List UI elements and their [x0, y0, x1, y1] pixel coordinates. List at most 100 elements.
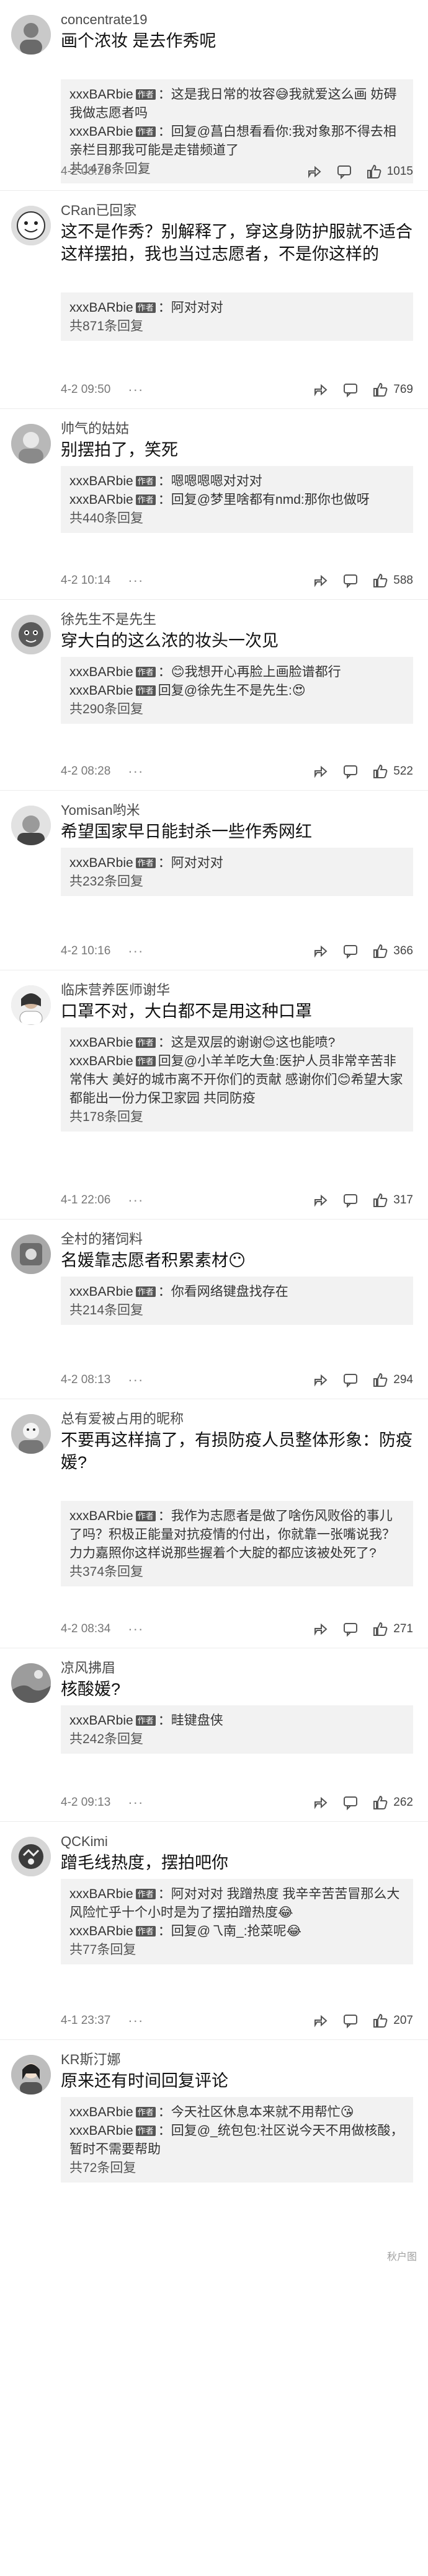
avatar[interactable]	[11, 1663, 51, 1703]
more-options-icon[interactable]: ···	[128, 2013, 143, 2029]
share-icon[interactable]	[306, 164, 323, 180]
more-replies-link[interactable]: 共72条回复	[69, 2159, 404, 2178]
reply-username[interactable]: xxxBARbie	[69, 493, 133, 507]
share-icon[interactable]	[313, 1372, 329, 1388]
reply-box[interactable]: xxxBARbie 作者 ：阿对对对 共871条回复	[61, 292, 413, 341]
reply-username[interactable]: xxxBARbie	[69, 125, 133, 139]
thumbs-up-icon[interactable]	[372, 573, 388, 589]
more-options-icon[interactable]: ···	[128, 164, 143, 180]
thumbs-up-icon[interactable]	[372, 1372, 388, 1388]
avatar[interactable]	[11, 1837, 51, 1876]
thumbs-up-icon[interactable]	[372, 382, 388, 398]
comment-icon[interactable]	[342, 1372, 359, 1388]
reply-box[interactable]: xxxBARbie 作者 ：嗯嗯嗯嗯对对对 xxxBARbie 作者 ：回复@梦里啥都有…	[61, 466, 413, 533]
thumbs-up-icon[interactable]	[366, 164, 382, 180]
more-replies-link[interactable]: 共290条回复	[69, 700, 404, 719]
comment-username[interactable]: 全村的猪饲料	[61, 1220, 413, 1248]
more-replies-link[interactable]: 共232条回复	[69, 873, 404, 891]
reply-username[interactable]: xxxBARbie	[69, 1887, 133, 1901]
comment-icon[interactable]	[342, 2013, 359, 2029]
comment-username[interactable]: KR斯汀娜	[61, 2040, 413, 2068]
reply-box[interactable]: xxxBARbie 作者 ：这是双层的谢谢😊这也能喷? xxxBARbie 作者 回复@…	[61, 1027, 413, 1132]
comment-username[interactable]: 徐先生不是先生	[61, 600, 413, 628]
share-icon[interactable]	[313, 382, 329, 398]
reply-box[interactable]: xxxBARbie 作者 ：你看网络键盘找存在 共214条回复	[61, 1277, 413, 1325]
reply-box[interactable]: xxxBARbie 作者 ：😊我想开心再脸上画脸谱都行 xxxBARbie 作者 回复@…	[61, 657, 413, 724]
more-replies-link[interactable]: 共440条回复	[69, 509, 404, 528]
comment-username[interactable]: QCKimi	[61, 1822, 413, 1850]
comment-icon[interactable]	[342, 1795, 359, 1811]
comment-icon[interactable]	[336, 164, 352, 180]
comment-username[interactable]: concentrate19	[61, 0, 413, 29]
reply-box[interactable]: xxxBARbie 作者 ：阿对对对 我蹭热度 我辛辛苦苦冒那么大风险忙乎十个小时是…	[61, 1879, 413, 1964]
comment-username[interactable]: Yomisan哟米	[61, 791, 413, 819]
comment-icon[interactable]	[342, 382, 359, 398]
share-icon[interactable]	[313, 1192, 329, 1208]
reply-username[interactable]: xxxBARbie	[69, 684, 133, 698]
reply-username[interactable]: xxxBARbie	[69, 2105, 133, 2119]
share-icon[interactable]	[313, 1795, 329, 1811]
reply-username[interactable]: xxxBARbie	[69, 2124, 133, 2138]
comment-username[interactable]: 总有爱被占用的昵称	[61, 1399, 413, 1428]
share-icon[interactable]	[313, 1621, 329, 1637]
comment-username[interactable]: 凉风拂眉	[61, 1648, 413, 1677]
reply-username[interactable]: xxxBARbie	[69, 1509, 133, 1523]
share-icon[interactable]	[313, 943, 329, 959]
share-icon[interactable]	[313, 573, 329, 589]
more-replies-link[interactable]: 共214条回复	[69, 1301, 404, 1320]
reply-box[interactable]: xxxBARbie 作者 ：畦键盘侠 共242条回复	[61, 1705, 413, 1754]
comment-username[interactable]: CRan已回家	[61, 191, 413, 219]
avatar[interactable]	[11, 1414, 51, 1454]
share-icon[interactable]	[313, 763, 329, 780]
comment-icon[interactable]	[342, 763, 359, 780]
thumbs-up-icon[interactable]	[372, 1621, 388, 1637]
more-replies-link[interactable]: 共374条回复	[69, 1563, 404, 1581]
more-replies-link[interactable]: 共77条回复	[69, 1941, 404, 1959]
avatar[interactable]	[11, 615, 51, 654]
reply-username[interactable]: xxxBARbie	[69, 1285, 133, 1299]
reply-username[interactable]: xxxBARbie	[69, 1924, 133, 1938]
more-replies-link[interactable]: 共178条回复	[69, 1108, 404, 1127]
comment-username[interactable]: 临床营养医师谢华	[61, 970, 413, 999]
avatar[interactable]	[11, 806, 51, 845]
more-options-icon[interactable]: ···	[128, 382, 143, 398]
more-options-icon[interactable]: ···	[128, 1795, 143, 1811]
reply-username[interactable]: xxxBARbie	[69, 1054, 133, 1068]
more-replies-link[interactable]: 共242条回复	[69, 1730, 404, 1749]
comment-icon[interactable]	[342, 1192, 359, 1208]
comment-icon[interactable]	[342, 573, 359, 589]
reply-username[interactable]: xxxBARbie	[69, 474, 133, 488]
reply-box[interactable]: xxxBARbie 作者 ：我作为志愿者是做了啥伤风败俗的事儿了吗？积极正能量对抗疫…	[61, 1501, 413, 1586]
more-options-icon[interactable]: ···	[128, 1192, 143, 1208]
reply-username[interactable]: xxxBARbie	[69, 1035, 133, 1050]
thumbs-up-icon[interactable]	[372, 1795, 388, 1811]
comment-username[interactable]: 帅气的姑姑	[61, 409, 413, 437]
thumbs-up-icon[interactable]	[372, 763, 388, 780]
avatar[interactable]	[11, 2055, 51, 2095]
more-replies-link[interactable]: 共871条回复	[69, 317, 404, 336]
reply-username[interactable]: 力力嘉	[69, 1546, 109, 1560]
more-options-icon[interactable]: ···	[128, 943, 143, 959]
reply-username[interactable]: xxxBARbie	[69, 301, 133, 315]
thumbs-up-icon[interactable]	[372, 2013, 388, 2029]
reply-box[interactable]: xxxBARbie 作者 ：今天社区休息本来就不用帮忙😘 xxxBARbie 作者 ：回…	[61, 2097, 413, 2183]
avatar[interactable]	[11, 15, 51, 55]
comment-icon[interactable]	[342, 943, 359, 959]
reply-box[interactable]: xxxBARbie 作者 ：阿对对对 共232条回复	[61, 848, 413, 896]
thumbs-up-icon[interactable]	[372, 943, 388, 959]
reply-username[interactable]: xxxBARbie	[69, 665, 133, 679]
avatar[interactable]	[11, 424, 51, 464]
reply-username[interactable]: xxxBARbie	[69, 1713, 133, 1728]
avatar[interactable]	[11, 206, 51, 245]
share-icon[interactable]	[313, 2013, 329, 2029]
more-options-icon[interactable]: ···	[128, 1372, 143, 1388]
thumbs-up-icon[interactable]	[372, 1192, 388, 1208]
more-options-icon[interactable]: ···	[128, 1621, 143, 1637]
more-options-icon[interactable]: ···	[128, 573, 143, 589]
reply-username[interactable]: xxxBARbie	[69, 856, 133, 870]
avatar[interactable]	[11, 1234, 51, 1274]
more-options-icon[interactable]: ···	[128, 763, 143, 780]
comment-icon[interactable]	[342, 1621, 359, 1637]
reply-username[interactable]: xxxBARbie	[69, 87, 133, 102]
avatar[interactable]	[11, 985, 51, 1025]
